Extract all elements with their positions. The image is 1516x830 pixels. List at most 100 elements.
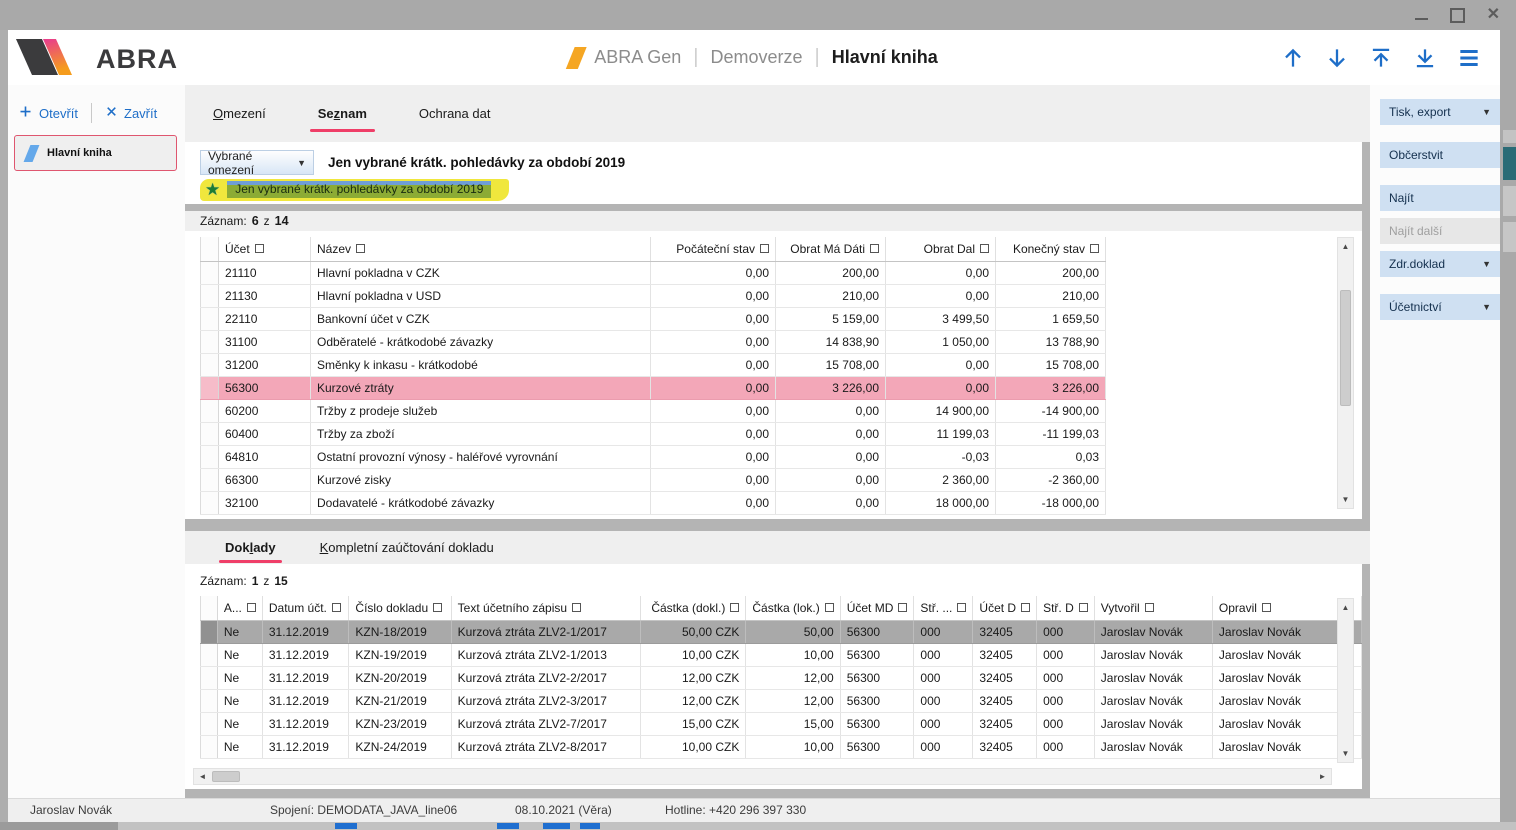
column-header[interactable]: Obrat Má Dáti — [776, 237, 886, 262]
table-row[interactable]: Ne31.12.2019KZN-18/2019Kurzová ztráta ZL… — [201, 621, 1362, 644]
column-filter-box[interactable] — [980, 244, 989, 253]
tab-kompletni-zauctovani[interactable]: Kompletní zaúčtování dokladu — [320, 540, 494, 555]
column-header[interactable]: Účet — [219, 237, 311, 262]
row-gutter[interactable] — [201, 492, 219, 515]
row-gutter[interactable] — [201, 736, 218, 759]
row-gutter[interactable] — [201, 667, 218, 690]
table-row[interactable]: 66300Kurzové zisky0,000,002 360,00-2 360… — [201, 469, 1106, 492]
table-row[interactable]: Ne31.12.2019KZN-19/2019Kurzová ztráta ZL… — [201, 644, 1362, 667]
table-row[interactable]: 60400Tržby za zboží0,000,0011 199,03-11 … — [201, 423, 1106, 446]
dock-tab[interactable] — [1503, 130, 1516, 143]
open-button[interactable]: Otevřít — [18, 104, 78, 122]
tab-ochrana-dat[interactable]: Ochrana dat — [417, 101, 493, 126]
row-gutter[interactable] — [201, 423, 219, 446]
row-gutter[interactable] — [201, 400, 219, 423]
sidebar-item-hlavni-kniha[interactable]: Hlavní kniha — [14, 135, 177, 171]
table-row[interactable]: 21110Hlavní pokladna v CZK0,00200,000,00… — [201, 262, 1106, 285]
column-filter-box[interactable] — [1079, 603, 1088, 612]
table-row[interactable]: Ne31.12.2019KZN-21/2019Kurzová ztráta ZL… — [201, 690, 1362, 713]
row-gutter[interactable] — [201, 644, 218, 667]
maximize-button[interactable] — [1450, 8, 1465, 23]
row-gutter[interactable] — [201, 690, 218, 713]
column-filter-box[interactable] — [1090, 244, 1099, 253]
table-row[interactable]: Ne31.12.2019KZN-23/2019Kurzová ztráta ZL… — [201, 713, 1362, 736]
column-header[interactable]: Konečný stav — [996, 237, 1106, 262]
row-gutter[interactable] — [201, 285, 219, 308]
column-header[interactable]: Číslo dokladu — [349, 596, 451, 621]
restriction-chip[interactable]: ★ Jen vybrané krátk. pohledávky za obdob… — [200, 179, 509, 201]
column-filter-box[interactable] — [572, 603, 581, 612]
scroll-up-icon[interactable]: ▲ — [1338, 600, 1353, 615]
table-row[interactable]: 22110Bankovní účet v CZK0,005 159,003 49… — [201, 308, 1106, 331]
row-gutter[interactable] — [201, 713, 218, 736]
row-gutter[interactable] — [201, 446, 219, 469]
print-export-button[interactable]: Tisk, export▼ — [1380, 99, 1500, 125]
table-row[interactable]: 31200Směnky k inkasu - krátkodobé0,0015 … — [201, 354, 1106, 377]
dock-tab-active[interactable] — [1503, 147, 1516, 180]
arrow-down-icon[interactable] — [1324, 45, 1350, 71]
column-filter-box[interactable] — [332, 603, 341, 612]
table-row[interactable]: 32100Dodavatelé - krátkodobé závazky0,00… — [201, 492, 1106, 515]
column-filter-box[interactable] — [825, 603, 834, 612]
find-button[interactable]: Najít — [1380, 185, 1500, 211]
table-row[interactable]: 64810Ostatní provozní výnosy - haléřové … — [201, 446, 1106, 469]
column-header[interactable]: Částka (dokl.) — [640, 596, 746, 621]
column-filter-box[interactable] — [356, 244, 365, 253]
column-filter-box[interactable] — [730, 603, 739, 612]
scroll-right-icon[interactable]: ► — [1315, 769, 1330, 784]
row-gutter[interactable] — [201, 331, 219, 354]
row-gutter[interactable] — [201, 377, 219, 400]
column-filter-box[interactable] — [1145, 603, 1154, 612]
row-gutter[interactable] — [201, 621, 218, 644]
arrow-up-icon[interactable] — [1280, 45, 1306, 71]
tab-omezeni[interactable]: Omezení — [211, 101, 268, 126]
tab-doklady[interactable]: Doklady — [225, 540, 276, 555]
column-header[interactable]: Počáteční stav — [651, 237, 776, 262]
column-filter-box[interactable] — [255, 244, 264, 253]
column-filter-box[interactable] — [870, 244, 879, 253]
table-row[interactable]: Ne31.12.2019KZN-20/2019Kurzová ztráta ZL… — [201, 667, 1362, 690]
column-header[interactable]: Název — [311, 237, 651, 262]
column-header[interactable]: Účet MD — [840, 596, 914, 621]
table-row[interactable]: Ne31.12.2019KZN-24/2019Kurzová ztráta ZL… — [201, 736, 1362, 759]
arrow-first-icon[interactable] — [1368, 45, 1394, 71]
column-filter-box[interactable] — [247, 603, 256, 612]
dock-tab[interactable] — [1503, 186, 1516, 216]
scroll-left-icon[interactable]: ◄ — [195, 769, 210, 784]
scroll-down-icon[interactable]: ▼ — [1338, 746, 1353, 761]
column-header[interactable]: Stř. D — [1037, 596, 1095, 621]
column-filter-box[interactable] — [1021, 603, 1030, 612]
tab-seznam[interactable]: Seznam — [316, 101, 369, 126]
row-gutter[interactable] — [201, 354, 219, 377]
scroll-down-icon[interactable]: ▼ — [1338, 492, 1353, 507]
scroll-up-icon[interactable]: ▲ — [1338, 239, 1353, 254]
scrollbar-thumb[interactable] — [1340, 290, 1351, 406]
column-header[interactable]: A... — [217, 596, 262, 621]
column-header[interactable]: Obrat Dal — [886, 237, 996, 262]
column-header[interactable]: Účet D — [973, 596, 1037, 621]
column-header[interactable]: Stř. ... — [914, 596, 973, 621]
restriction-dropdown[interactable]: Vybrané omezení ▼ — [200, 150, 314, 175]
row-gutter[interactable] — [201, 308, 219, 331]
row-gutter[interactable] — [201, 469, 219, 492]
accounting-button[interactable]: Účetnictví▼ — [1380, 294, 1500, 320]
column-filter-box[interactable] — [957, 603, 966, 612]
source-document-button[interactable]: Zdr.doklad▼ — [1380, 251, 1500, 277]
minimize-button[interactable] — [1415, 18, 1428, 20]
documents-horizontal-scrollbar[interactable]: ◄ ► — [193, 768, 1332, 785]
column-header[interactable]: Vytvořil — [1094, 596, 1212, 621]
table-row[interactable]: 60200Tržby z prodeje služeb0,000,0014 90… — [201, 400, 1106, 423]
column-filter-box[interactable] — [433, 603, 442, 612]
menu-icon[interactable] — [1456, 45, 1482, 71]
refresh-button[interactable]: Občerstvit — [1380, 142, 1500, 168]
column-header[interactable]: Datum účt. — [262, 596, 349, 621]
table-row[interactable]: 31100Odběratelé - krátkodobé závazky0,00… — [201, 331, 1106, 354]
column-filter-box[interactable] — [1262, 603, 1271, 612]
column-header[interactable]: Částka (lok.) — [746, 596, 840, 621]
column-filter-box[interactable] — [898, 603, 907, 612]
column-header[interactable]: Text účetního zápisu — [451, 596, 640, 621]
close-tab-button[interactable]: Zavřít — [105, 105, 157, 121]
column-filter-box[interactable] — [760, 244, 769, 253]
row-gutter[interactable] — [201, 262, 219, 285]
table-row[interactable]: 21130Hlavní pokladna v USD0,00210,000,00… — [201, 285, 1106, 308]
